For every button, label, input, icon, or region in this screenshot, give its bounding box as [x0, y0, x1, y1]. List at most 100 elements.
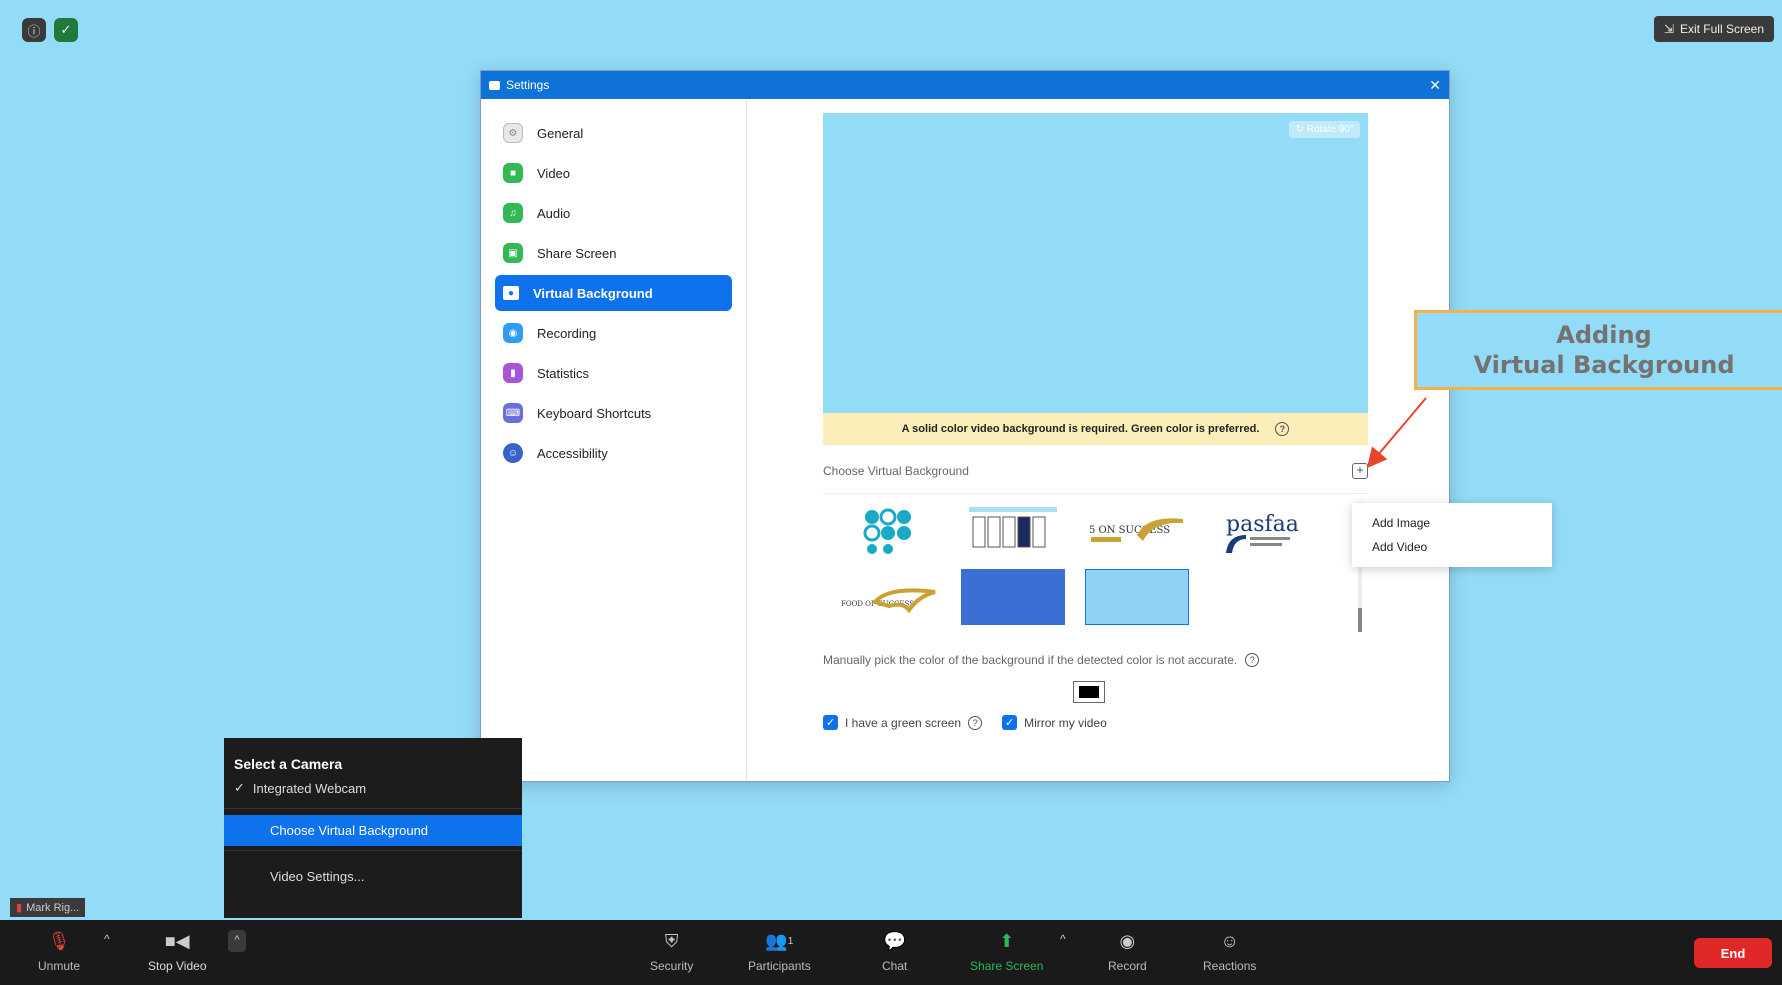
muted-mic-icon: ▮	[16, 902, 23, 914]
muted-mic-icon: 🎙	[47, 930, 71, 951]
sidebar-item-label: Share Screen	[537, 245, 617, 261]
background-thumbnail[interactable]	[961, 502, 1065, 558]
rotate-icon: ↻	[1295, 124, 1304, 135]
menu-divider	[224, 850, 522, 851]
help-icon[interactable]: ?	[968, 715, 983, 730]
participants-icon: 👥 1	[765, 930, 794, 951]
share-screen-icon: ▣	[503, 243, 523, 263]
camera-option-label: Integrated Webcam	[252, 780, 367, 796]
annotation-line-2: Virtual Background	[1473, 351, 1735, 379]
sidebar-item-audio[interactable]: ♫ Audio	[495, 195, 732, 231]
settings-title: Settings	[506, 78, 550, 92]
sidebar-item-general[interactable]: ⚙ General	[495, 115, 732, 151]
sidebar-item-share-screen[interactable]: ▣ Share Screen	[495, 235, 732, 271]
chat-button[interactable]: 💬 Chat	[882, 928, 907, 974]
menu-divider	[224, 808, 522, 809]
help-icon[interactable]: ?	[1245, 653, 1260, 667]
video-options-caret-icon[interactable]: ^	[228, 930, 246, 952]
pasfaa-logo-icon: pasfaa	[1226, 512, 1299, 553]
options-row: ✓ I have a green screen ? ✓ Mirror my vi…	[823, 715, 1375, 730]
rotate-label: Rotate 90°	[1306, 124, 1354, 135]
phones-collage-icon	[969, 507, 1057, 548]
participants-label: Participants	[748, 959, 811, 973]
participant-name: Mark Rig...	[26, 901, 80, 914]
unmute-label: Unmute	[38, 959, 81, 973]
choose-virtual-background-item[interactable]: Choose Virtual Background	[224, 815, 522, 846]
end-meeting-button[interactable]: End	[1694, 938, 1772, 968]
checkbox-checked-icon: ✓	[1002, 715, 1018, 730]
background-color-picker[interactable]	[1073, 681, 1105, 703]
add-image-menu-item[interactable]: Add Image	[1352, 511, 1552, 535]
sidebar-item-virtual-background[interactable]: ● Virtual Background	[495, 275, 732, 311]
color-swatch-fill	[1079, 686, 1099, 698]
add-background-menu: Add Image Add Video	[1352, 503, 1552, 567]
sidebar-item-accessibility[interactable]: ☺ Accessibility	[495, 435, 732, 471]
background-thumbnail[interactable]: pasfaa	[1209, 502, 1313, 558]
background-thumbnail-selected[interactable]	[1085, 568, 1189, 625]
share-screen-icon: ⬆	[999, 930, 1015, 951]
manual-color-row: Manually pick the color of the backgroun…	[823, 653, 1375, 667]
record-button[interactable]: ◉ Record	[1108, 928, 1147, 974]
video-camera-icon: ■◀	[164, 930, 190, 951]
help-icon[interactable]: ?	[1275, 422, 1290, 436]
settings-titlebar: Settings ✕	[481, 71, 1449, 99]
background-thumbnail[interactable]	[837, 502, 941, 558]
reactions-button[interactable]: ☺ Reactions	[1203, 928, 1257, 974]
settings-window: Settings ✕ ⚙ General ■ Video ♫ Audio ▣ S…	[480, 70, 1450, 782]
shield-icon: ⛨	[664, 930, 679, 951]
share-screen-button[interactable]: ⬆ Share Screen	[970, 928, 1043, 974]
sidebar-item-statistics[interactable]: ▮ Statistics	[495, 355, 732, 391]
person-icon: ●	[503, 286, 519, 300]
reactions-label: Reactions	[1203, 959, 1257, 973]
share-options-caret-icon[interactable]: ^	[1060, 932, 1066, 946]
accessibility-icon: ☺	[503, 443, 523, 463]
mirror-video-checkbox[interactable]: ✓ Mirror my video	[1002, 715, 1107, 730]
sidebar-item-label: Audio	[537, 205, 571, 221]
checkbox-checked-icon: ✓	[823, 715, 838, 730]
background-thumbnail[interactable]: 5 ON SUCCESS	[1085, 502, 1189, 558]
sidebar-item-label: Keyboard Shortcuts	[537, 405, 652, 421]
add-background-button[interactable]: +	[1352, 463, 1368, 479]
rotate-button[interactable]: ↻ Rotate 90°	[1289, 121, 1360, 138]
mirror-video-label: Mirror my video	[1024, 715, 1107, 730]
background-thumbnail[interactable]: FOOD OF SUCCESS	[837, 569, 941, 625]
exit-full-screen-button[interactable]: ⇲ Exit Full Screen	[1653, 16, 1774, 42]
green-screen-label: I have a green screen	[845, 715, 962, 730]
annotation-callout: Adding Virtual Background	[1414, 310, 1782, 390]
sidebar-item-label: Recording	[537, 325, 597, 341]
sidebar-item-video[interactable]: ■ Video	[495, 155, 732, 191]
stop-video-button[interactable]: ■◀ Stop Video	[148, 928, 207, 974]
video-settings-item[interactable]: Video Settings...	[224, 861, 522, 892]
record-icon: ◉	[1119, 930, 1136, 951]
thumbnail-caption: pasfaa	[1226, 512, 1299, 537]
chat-icon: 💬	[883, 930, 906, 951]
sidebar-item-label: Virtual Background	[533, 285, 653, 301]
audio-options-caret-icon[interactable]: ^	[104, 932, 110, 946]
manual-color-label: Manually pick the color of the backgroun…	[823, 653, 1238, 667]
meeting-toolbar: 🎙 Unmute ^ ■◀ Stop Video ^ ⛨ Security 👥 1…	[0, 920, 1782, 985]
chart-icon: ▮	[503, 363, 523, 383]
unmute-button[interactable]: 🎙 Unmute	[38, 928, 81, 974]
sidebar-item-keyboard-shortcuts[interactable]: ⌨ Keyboard Shortcuts	[495, 395, 732, 431]
video-preview: ↻ Rotate 90°	[823, 113, 1368, 413]
dots-logo-icon	[863, 508, 911, 554]
add-video-menu-item[interactable]: Add Video	[1352, 535, 1552, 559]
reaction-smiley-icon: ☺	[1220, 930, 1239, 951]
security-button[interactable]: ⛨ Security	[650, 928, 694, 974]
shield-icon[interactable]: ✓	[54, 18, 78, 42]
stop-video-label: Stop Video	[148, 959, 207, 973]
info-icon[interactable]: ⓘ	[22, 18, 46, 42]
sidebar-item-recording[interactable]: ◉ Recording	[495, 315, 732, 351]
green-screen-checkbox[interactable]: ✓ I have a green screen ?	[823, 715, 983, 730]
participants-button[interactable]: 👥 1 Participants	[748, 928, 811, 974]
camera-menu-title: Select a Camera	[234, 756, 343, 772]
thumbnail-caption: 5 ON SUCCESS	[1089, 525, 1170, 536]
background-thumbnail[interactable]	[961, 568, 1065, 625]
close-icon[interactable]: ✕	[1429, 77, 1441, 94]
choose-background-row: Choose Virtual Background +	[823, 463, 1368, 479]
security-label: Security	[650, 959, 694, 973]
annotation-line-1: Adding	[1556, 321, 1652, 349]
camera-option[interactable]: ✓ Integrated Webcam	[224, 772, 522, 804]
warning-text: A solid color video background is requir…	[901, 423, 1260, 435]
settings-sidebar: ⚙ General ■ Video ♫ Audio ▣ Share Screen…	[481, 99, 747, 781]
